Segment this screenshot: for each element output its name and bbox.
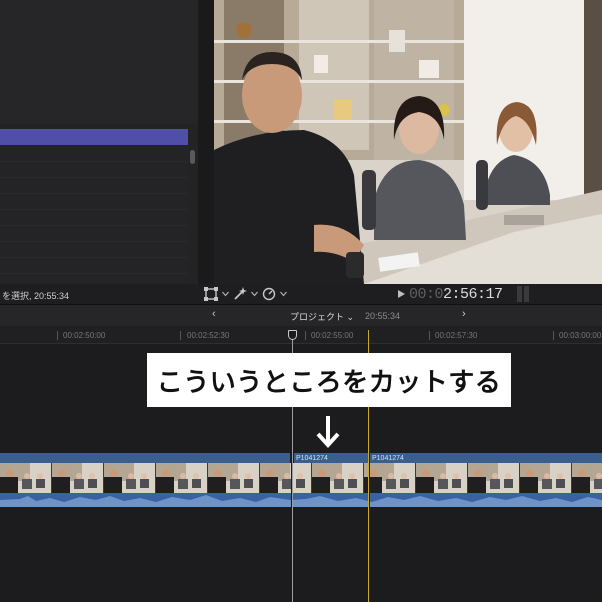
selected-browser-row[interactable] <box>0 129 188 145</box>
playhead-handle[interactable] <box>288 330 297 340</box>
video-frame-image <box>214 0 602 284</box>
ruler-label: 00:02:57:30 <box>435 331 478 340</box>
clip-thumbnail <box>52 463 104 493</box>
ruler-tick <box>429 331 430 340</box>
selection-info: を選択, 20:55:34 <box>2 291 70 301</box>
clip-thumbnail <box>104 463 156 493</box>
clip-thumbnail <box>312 463 364 493</box>
chevron-down-icon[interactable] <box>222 291 229 297</box>
project-duration: 20:55:34 <box>365 311 401 321</box>
browser-list <box>0 146 188 284</box>
panel-divider[interactable] <box>198 0 214 284</box>
clip-header[interactable] <box>370 453 602 463</box>
ruler-label: 00:02:52:30 <box>187 331 230 340</box>
clip-filmstrip[interactable] <box>0 463 602 493</box>
audio-meter <box>517 286 531 302</box>
ruler-tick <box>57 331 58 340</box>
timeline-back-button[interactable]: ‹ <box>212 308 216 320</box>
play-icon[interactable] <box>398 290 405 298</box>
audio-waveform[interactable] <box>0 493 602 507</box>
clip-name: P1041274 <box>372 455 404 462</box>
clip-thumbnail <box>520 463 572 493</box>
magic-wand-icon[interactable] <box>233 287 247 301</box>
browser-panel <box>0 0 198 284</box>
project-title-menu[interactable]: プロジェクト ⌄ <box>290 310 354 323</box>
ruler-label: 00:02:50:00 <box>63 331 106 340</box>
clip-thumbnail <box>468 463 520 493</box>
ruler-label: 00:03:00:00 <box>559 331 602 340</box>
waveform-graphic <box>0 495 602 507</box>
ruler-tick <box>553 331 554 340</box>
ruler-tick <box>180 331 181 340</box>
clip-thumbnail <box>416 463 468 493</box>
clip-thumbnail <box>208 463 260 493</box>
timecode-display[interactable]: 00:02:56:17 <box>398 286 503 303</box>
clip-header[interactable] <box>0 453 290 463</box>
viewer-tool-icons <box>204 287 287 301</box>
timeline-forward-button[interactable]: › <box>462 308 466 320</box>
timecode-dim-part: 00:0 <box>409 286 444 303</box>
clip-thumbnail <box>260 463 312 493</box>
caption-text: こういうところをカットする <box>156 366 502 397</box>
transform-icon[interactable] <box>204 287 218 301</box>
ruler-tick <box>305 331 306 340</box>
status-bar <box>0 284 602 304</box>
speed-icon[interactable] <box>262 287 276 301</box>
clip-thumbnail <box>572 463 602 493</box>
browser-scrollbar[interactable] <box>190 150 195 164</box>
clip-name: P1041274 <box>296 455 328 462</box>
caption-overlay: こういうところをカットする <box>147 353 511 407</box>
down-arrow-icon <box>316 414 340 448</box>
clip-thumbnail <box>0 463 52 493</box>
timecode-bright-part: 2:56:17 <box>443 286 503 303</box>
clip-thumbnail <box>156 463 208 493</box>
chevron-down-icon[interactable] <box>280 291 287 297</box>
viewer-video-frame[interactable] <box>214 0 602 284</box>
chevron-down-icon[interactable] <box>251 291 258 297</box>
ruler-label: 00:02:55:00 <box>311 331 354 340</box>
clip-thumbnail <box>364 463 416 493</box>
browser-upper-area <box>0 0 198 124</box>
